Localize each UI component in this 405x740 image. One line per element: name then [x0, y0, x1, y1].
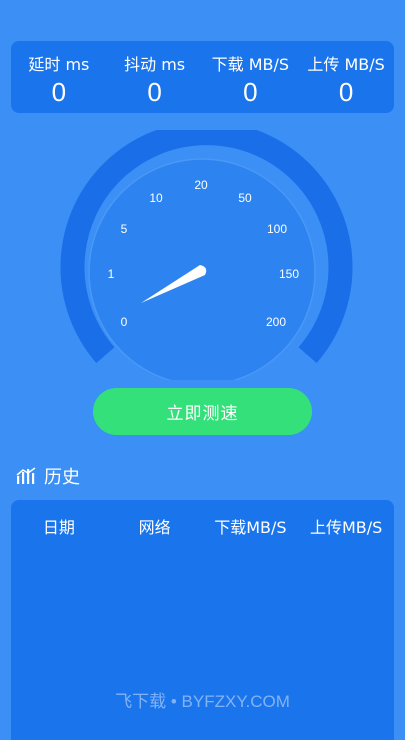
stat-download: 下载 MB/S 0 [203, 41, 299, 113]
stat-upload: 上传 MB/S 0 [298, 41, 394, 113]
history-title: 历史 [44, 467, 80, 488]
stat-latency: 延时 ms 0 [11, 41, 107, 113]
column-header-upload: 上传MB/S [309, 518, 383, 537]
column-header-network: 网络 [138, 518, 171, 537]
gauge-tick-label: 1 [108, 267, 115, 281]
start-test-button[interactable]: 立即测速 [93, 388, 312, 435]
gauge-tick-label: 150 [279, 267, 299, 281]
gauge-tick-label: 20 [194, 178, 208, 192]
stat-value: 0 [338, 77, 354, 107]
stats-panel: 延时 ms 0 抖动 ms 0 下载 MB/S 0 上传 MB/S 0 [11, 41, 394, 113]
stat-label: 下载 MB/S [211, 55, 290, 74]
history-table-header: 日期 网络 下载MB/S 上传MB/S [11, 500, 394, 538]
gauge-tick-label: 200 [266, 315, 286, 329]
gauge-tick-label: 0 [121, 315, 128, 329]
gauge-tick-label: 10 [149, 191, 163, 205]
gauge-tick-label: 5 [121, 222, 128, 236]
watermark: 飞下载 • BYFZXY.COM [115, 692, 290, 711]
history-header: 历史 [16, 463, 80, 489]
gauge-tick-label: 100 [267, 222, 287, 236]
stat-label: 上传 MB/S [307, 55, 385, 74]
stat-value: 0 [147, 77, 162, 107]
speed-gauge: 0 1 5 10 20 50 100 150 200 [0, 130, 405, 380]
stat-label: 抖动 ms [124, 55, 186, 74]
stat-value: 0 [51, 77, 67, 107]
gauge-tick-label: 50 [238, 191, 252, 205]
stat-jitter: 抖动 ms 0 [107, 41, 203, 113]
column-header-date: 日期 [42, 518, 75, 537]
stat-label: 延时 ms [28, 55, 90, 74]
bar-chart-icon [16, 467, 36, 484]
stat-value: 0 [243, 77, 258, 107]
column-header-download: 下载MB/S [214, 518, 287, 537]
